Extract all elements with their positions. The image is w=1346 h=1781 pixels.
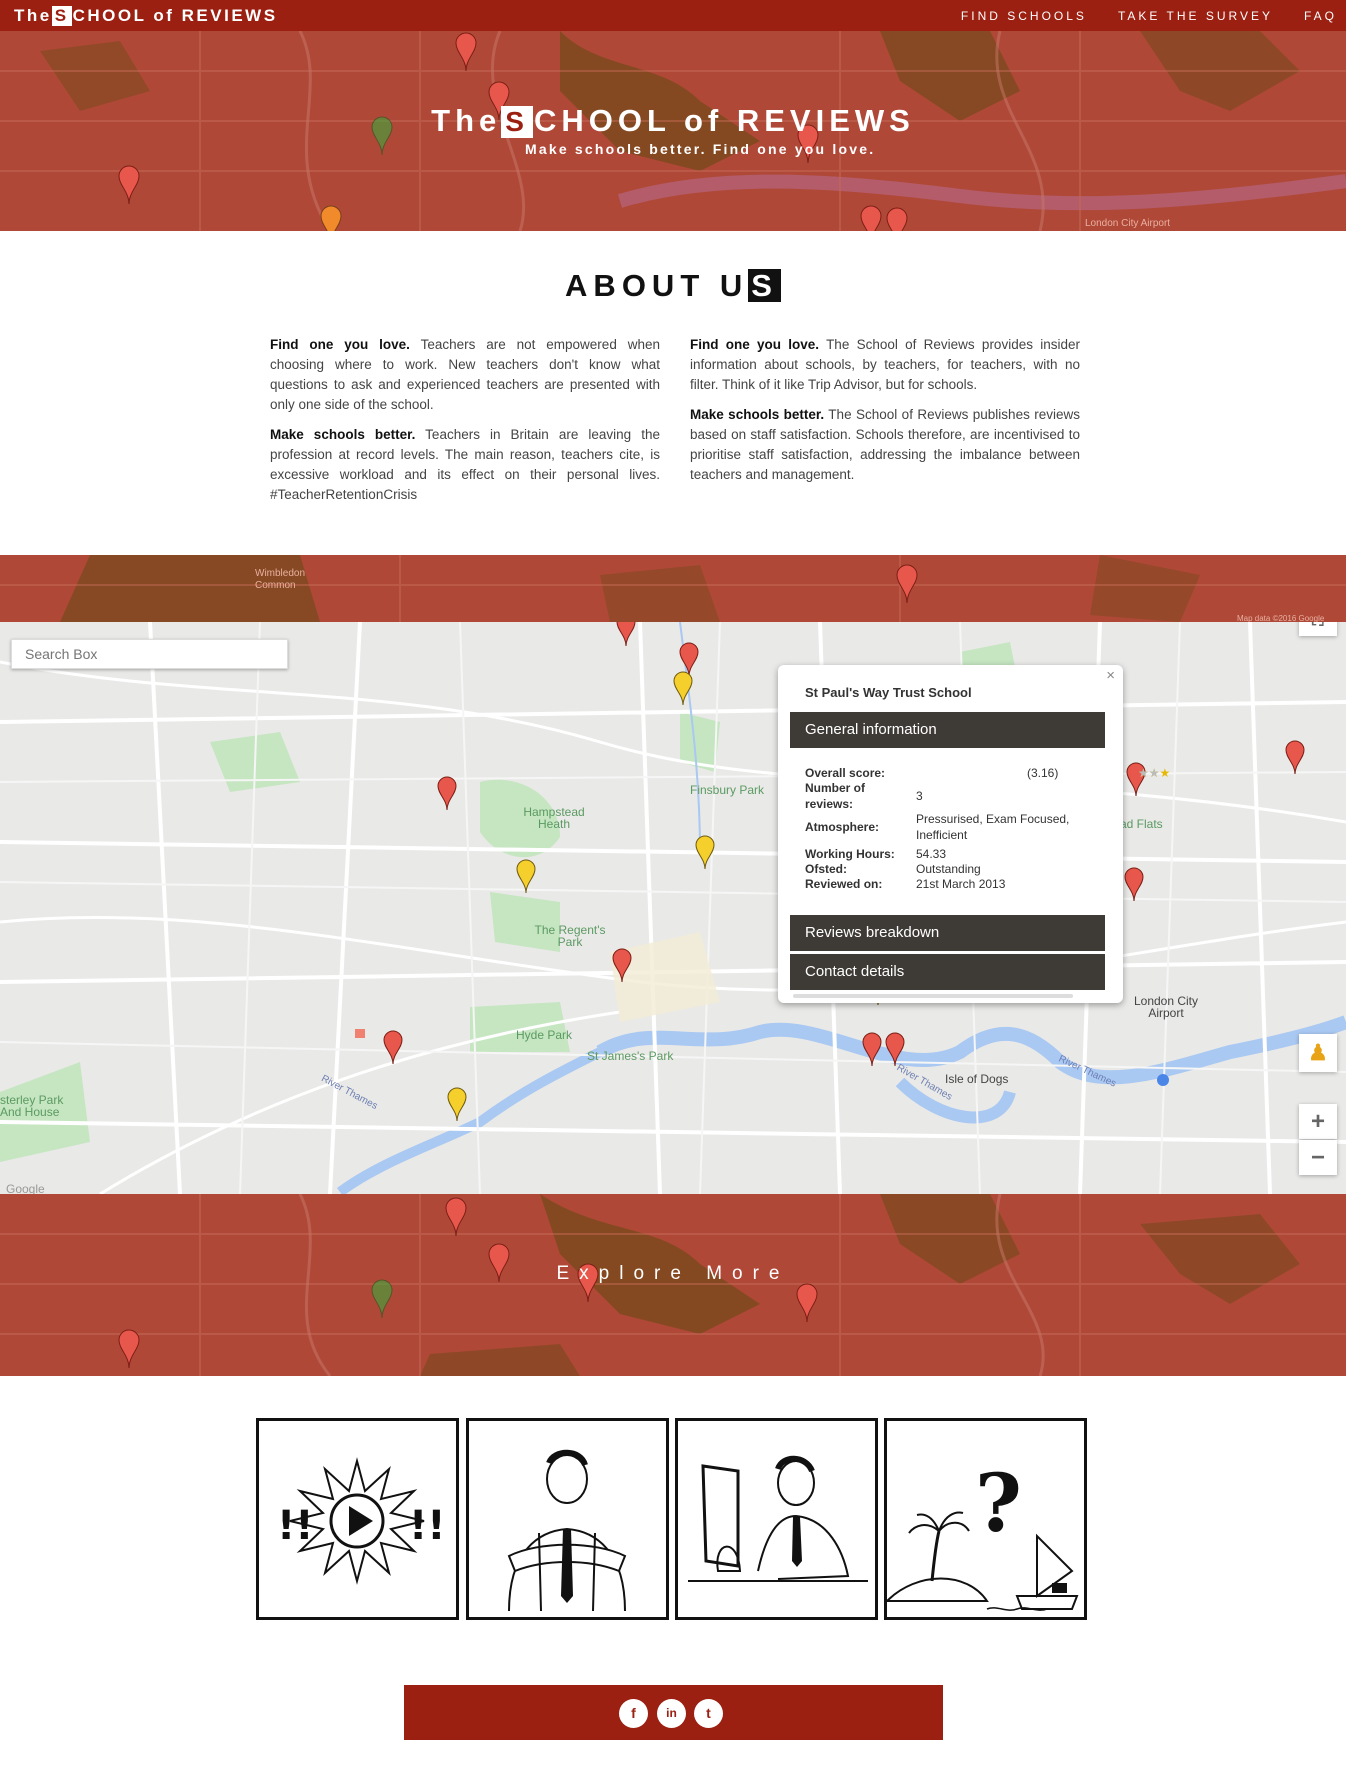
map-label-flats: ad Flats xyxy=(1120,817,1163,831)
linkedin-icon[interactable]: in xyxy=(657,1699,686,1728)
general-info-tab[interactable]: General information xyxy=(790,712,1105,748)
top-nav: The S CHOOL of REVIEWS FIND SCHOOLS TAKE T… xyxy=(0,0,1346,31)
about-paragraph: Find one you love. Teachers are not empo… xyxy=(270,335,660,415)
hero-title-rest: CHOOL of REVIEWS xyxy=(533,103,915,138)
nav-faq[interactable]: FAQ xyxy=(1304,9,1337,23)
map-label-hyde: Hyde Park xyxy=(516,1028,573,1042)
overall-score-number: (3.16) xyxy=(1027,766,1059,780)
ofsted-label: Ofsted: xyxy=(805,862,847,876)
overall-score-row: Overall score: ★★★ ★★ (3.16) xyxy=(805,765,1170,781)
about-lead: Find one you love. xyxy=(270,337,410,352)
reviews-breakdown-tab[interactable]: Reviews breakdown xyxy=(790,915,1105,951)
play-burst-icon: !! !! xyxy=(277,1457,445,1585)
facebook-icon[interactable]: f xyxy=(619,1699,648,1728)
ofsted-value: Outstanding xyxy=(916,862,981,876)
about-paragraph: Make schools better. The School of Revie… xyxy=(690,405,1080,485)
comic-panel-teacher-at-computer[interactable] xyxy=(675,1418,878,1620)
about-lead: Make schools better. xyxy=(270,427,416,442)
svg-text:!!: !! xyxy=(277,1503,313,1549)
footer-bar: f in t xyxy=(404,1685,943,1740)
reviews-count-label: Number of reviews: xyxy=(805,781,865,811)
reviews-count-row: Number of reviews: 3 xyxy=(805,780,1105,812)
working-hours-value: 54.33 xyxy=(916,847,947,861)
map-label-osterley: sterley Park And House xyxy=(0,1093,64,1119)
reviews-count-value: 3 xyxy=(916,789,923,803)
atmosphere-value: Pressurised, Exam Focused, Inefficient xyxy=(916,812,1070,842)
comic-panel-video-play[interactable]: !! !! xyxy=(256,1418,459,1620)
brand-letter: S xyxy=(51,6,72,26)
explore-banner xyxy=(0,1194,1346,1376)
about-lead: Find one you love. xyxy=(690,337,820,352)
map-google-logo: Google xyxy=(6,1182,45,1194)
hero-title: The S CHOOL of REVIEWS xyxy=(0,103,1346,139)
about-title-letter: S xyxy=(748,269,781,302)
map-tiles xyxy=(0,622,1346,1194)
hero-title-letter: S xyxy=(501,106,533,138)
reviewed-on-label: Reviewed on: xyxy=(805,877,883,891)
atmosphere-row: Atmosphere: Pressurised, Exam Focused, I… xyxy=(805,811,1105,843)
map-label-airport: London City Airport xyxy=(1133,994,1199,1020)
map-label-hampstead: Hampstead Heath xyxy=(523,805,585,831)
street-view-pegman-icon[interactable]: ♟ xyxy=(1299,1034,1337,1072)
zoom-out-button[interactable]: − xyxy=(1299,1140,1337,1175)
popup-scrollbar[interactable] xyxy=(793,994,1073,998)
hero-banner: The S CHOOL of REVIEWS Make schools better… xyxy=(0,31,1346,231)
about-right-column: Find one you love. The School of Reviews… xyxy=(690,335,1080,495)
comic-panel-teacher-arms-folded[interactable] xyxy=(466,1418,669,1620)
comic-panel-island-question[interactable]: ? xyxy=(884,1418,1087,1620)
about-paragraph: Make schools better. Teachers in Britain… xyxy=(270,425,660,505)
about-title: ABOUT US xyxy=(0,268,1346,304)
nav-take-survey[interactable]: TAKE THE SURVEY xyxy=(1118,9,1273,23)
svg-text:!!: !! xyxy=(409,1503,445,1549)
popup-close-icon[interactable]: × xyxy=(1106,667,1115,684)
map-label-finsbury: Finsbury Park xyxy=(690,783,765,797)
svg-text:?: ? xyxy=(975,1456,1022,1550)
strip-map-label-wimbledon: Wimbledon Common xyxy=(255,568,306,591)
brand-prefix: The xyxy=(14,6,52,25)
atmosphere-label: Atmosphere: xyxy=(805,820,880,834)
hero-map-label-airport: London City Airport xyxy=(1085,218,1171,229)
map-search-input[interactable] xyxy=(11,639,288,669)
ofsted-row: Ofsted: Outstanding xyxy=(805,861,1105,877)
map-label-stjames: St James's Park xyxy=(587,1049,674,1063)
school-map[interactable]: Finsbury Park Hampstead Heath The Regent… xyxy=(0,622,1346,1194)
map-label-regents: The Regent's Park xyxy=(534,923,606,949)
brand-rest: CHOOL of REVIEWS xyxy=(72,6,278,25)
strip-map-background xyxy=(0,555,1346,622)
school-info-popup: × St Paul's Way Trust School General inf… xyxy=(778,665,1170,1003)
brand-logo[interactable]: The S CHOOL of REVIEWS xyxy=(14,6,278,26)
contact-details-tab[interactable]: Contact details xyxy=(790,954,1105,990)
working-hours-label: Working Hours: xyxy=(805,847,895,861)
nav-links: FIND SCHOOLS TAKE THE SURVEY FAQ xyxy=(961,9,1346,23)
hero-title-prefix: The xyxy=(431,103,502,138)
zoom-in-button[interactable]: + xyxy=(1299,1104,1337,1139)
working-hours-row: Working Hours: 54.33 xyxy=(805,846,1105,862)
reviewed-on-value: 21st March 2013 xyxy=(916,877,1006,891)
strip-map-data-label: Map data ©2016 Google xyxy=(1237,614,1325,622)
teacher-arms-folded-illustration xyxy=(507,1449,627,1612)
about-paragraph: Find one you love. The School of Reviews… xyxy=(690,335,1080,395)
explore-more-link[interactable]: Explore More xyxy=(0,1263,1346,1285)
about-lead: Make schools better. xyxy=(690,407,825,422)
fullscreen-button[interactable]: ⛶ xyxy=(1299,622,1337,636)
hero-tagline: Make schools better. Find one you love. xyxy=(525,141,876,157)
airport-icon xyxy=(1157,1074,1169,1086)
reviewed-on-row: Reviewed on: 21st March 2013 xyxy=(805,876,1105,892)
about-left-column: Find one you love. Teachers are not empo… xyxy=(270,335,660,515)
map-label-isle: Isle of Dogs xyxy=(945,1072,1009,1086)
island-question-illustration: ? xyxy=(884,1456,1079,1611)
explore-map-background xyxy=(0,1194,1346,1376)
popup-school-name: St Paul's Way Trust School xyxy=(805,685,972,700)
twitter-icon[interactable]: t xyxy=(694,1699,723,1728)
about-title-main: ABOUT U xyxy=(565,268,749,303)
map-section-strip: Wimbledon Common Map data ©2016 Google xyxy=(0,555,1346,622)
nav-find-schools[interactable]: FIND SCHOOLS xyxy=(961,9,1087,23)
overall-score-label: Overall score: xyxy=(805,766,886,780)
teacher-at-computer-illustration xyxy=(688,1455,868,1582)
